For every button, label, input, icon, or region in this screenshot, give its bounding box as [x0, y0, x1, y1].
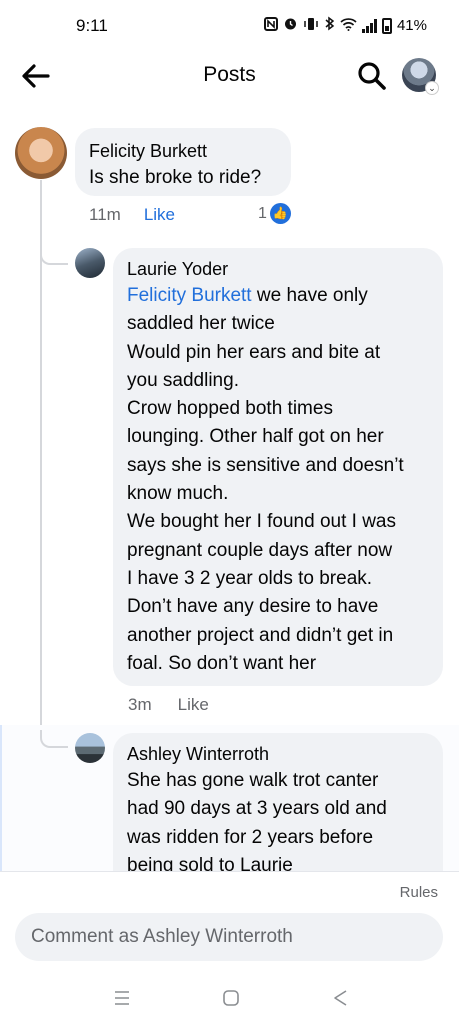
- comment-line: says she is sensitive and doesn’t: [127, 454, 404, 476]
- recents-icon: [115, 991, 129, 1005]
- comment-line: know much.: [127, 483, 229, 505]
- alarm-icon: [283, 16, 298, 35]
- comment-composer: Rules: [0, 871, 459, 971]
- comment-line: saddled her twice: [127, 313, 275, 335]
- bluetooth-icon: [324, 16, 335, 35]
- system-back-button[interactable]: [328, 986, 352, 1010]
- comment-line: was ridden for 2 years before: [127, 826, 374, 848]
- nfc-icon: [263, 16, 278, 35]
- like-button[interactable]: Like: [144, 205, 175, 225]
- battery-percent: 41%: [396, 17, 427, 34]
- thread-connector-line: [40, 180, 42, 745]
- reaction-number: 1: [258, 204, 267, 222]
- rules-link[interactable]: Rules: [400, 884, 438, 901]
- system-back-icon: [334, 990, 347, 1006]
- comment-line: foal. So don’t want her: [127, 652, 317, 674]
- comment-time: 11m: [89, 205, 121, 224]
- comment-input[interactable]: [15, 913, 443, 961]
- like-button[interactable]: Like: [178, 695, 209, 715]
- home-button[interactable]: [219, 986, 243, 1010]
- avatar[interactable]: [15, 127, 67, 179]
- wifi-icon: [340, 17, 357, 35]
- home-icon: [223, 990, 239, 1006]
- reply-connector: [40, 247, 68, 265]
- comment-bubble[interactable]: Ashley Winterroth She has gone walk trot…: [113, 733, 443, 893]
- comment-line: you saddling.: [127, 369, 239, 391]
- mention-link[interactable]: Felicity Burkett: [127, 285, 252, 306]
- recents-button[interactable]: [110, 986, 134, 1010]
- comment-text: She has gone walk trot canter had 90 day…: [127, 767, 427, 880]
- comment-line: another project and didn’t get in: [127, 624, 394, 646]
- comment-author[interactable]: Laurie Yoder: [127, 256, 427, 282]
- comment-meta: 3m Like: [128, 695, 209, 715]
- comment-meta: 11m Like: [89, 205, 175, 225]
- chevron-down-icon: ⌄: [425, 81, 439, 95]
- new-reply-accent: [0, 725, 2, 871]
- reply-connector: [40, 730, 68, 748]
- comment-line: had 90 days at 3 years old and: [127, 798, 387, 820]
- comment-bubble[interactable]: Laurie Yoder Felicity Burkett we have on…: [113, 248, 443, 686]
- comment-line: Crow hopped both times: [127, 398, 333, 420]
- comment-text: Felicity Burkett we have only saddled he…: [127, 282, 427, 678]
- reaction-count[interactable]: 1 👍: [258, 203, 291, 224]
- comment-line: lounging. Other half got on her: [127, 426, 384, 448]
- avatar[interactable]: [75, 733, 105, 763]
- app-header: Posts ⌄: [0, 50, 459, 102]
- comment-bubble[interactable]: Felicity Burkett Is she broke to ride?: [75, 128, 291, 196]
- search-icon: [358, 62, 386, 90]
- comment-line: We bought her I found out I was: [127, 511, 396, 533]
- avatar[interactable]: [75, 248, 105, 278]
- comment-author[interactable]: Felicity Burkett: [89, 138, 275, 164]
- system-nav-bar: [0, 972, 459, 1024]
- comment-line: Felicity Burkett we have only: [127, 285, 368, 306]
- battery-icon: [381, 17, 392, 34]
- comment-text: Is she broke to ride?: [89, 167, 262, 188]
- vibrate-icon: [303, 17, 319, 35]
- comment-line: Would pin her ears and bite at: [127, 341, 381, 363]
- comment-line: Don’t have any desire to have: [127, 596, 379, 618]
- comment-author[interactable]: Ashley Winterroth: [127, 741, 427, 767]
- comment-line: She has gone walk trot canter: [127, 770, 379, 791]
- comment-line: I have 3 2 year olds to break.: [127, 567, 373, 589]
- profile-avatar-button[interactable]: ⌄: [402, 58, 439, 95]
- thumbs-up-icon: 👍: [269, 203, 291, 224]
- page-title: Posts: [203, 63, 256, 86]
- status-bar: 9:11 41%: [0, 0, 459, 50]
- comment-time: 3m: [128, 695, 152, 714]
- status-time: 9:11: [76, 16, 108, 35]
- status-icons: 41%: [263, 16, 427, 35]
- signal-icon: [361, 18, 377, 33]
- comment-line: pregnant couple days after now: [127, 539, 393, 561]
- search-button[interactable]: [356, 60, 388, 92]
